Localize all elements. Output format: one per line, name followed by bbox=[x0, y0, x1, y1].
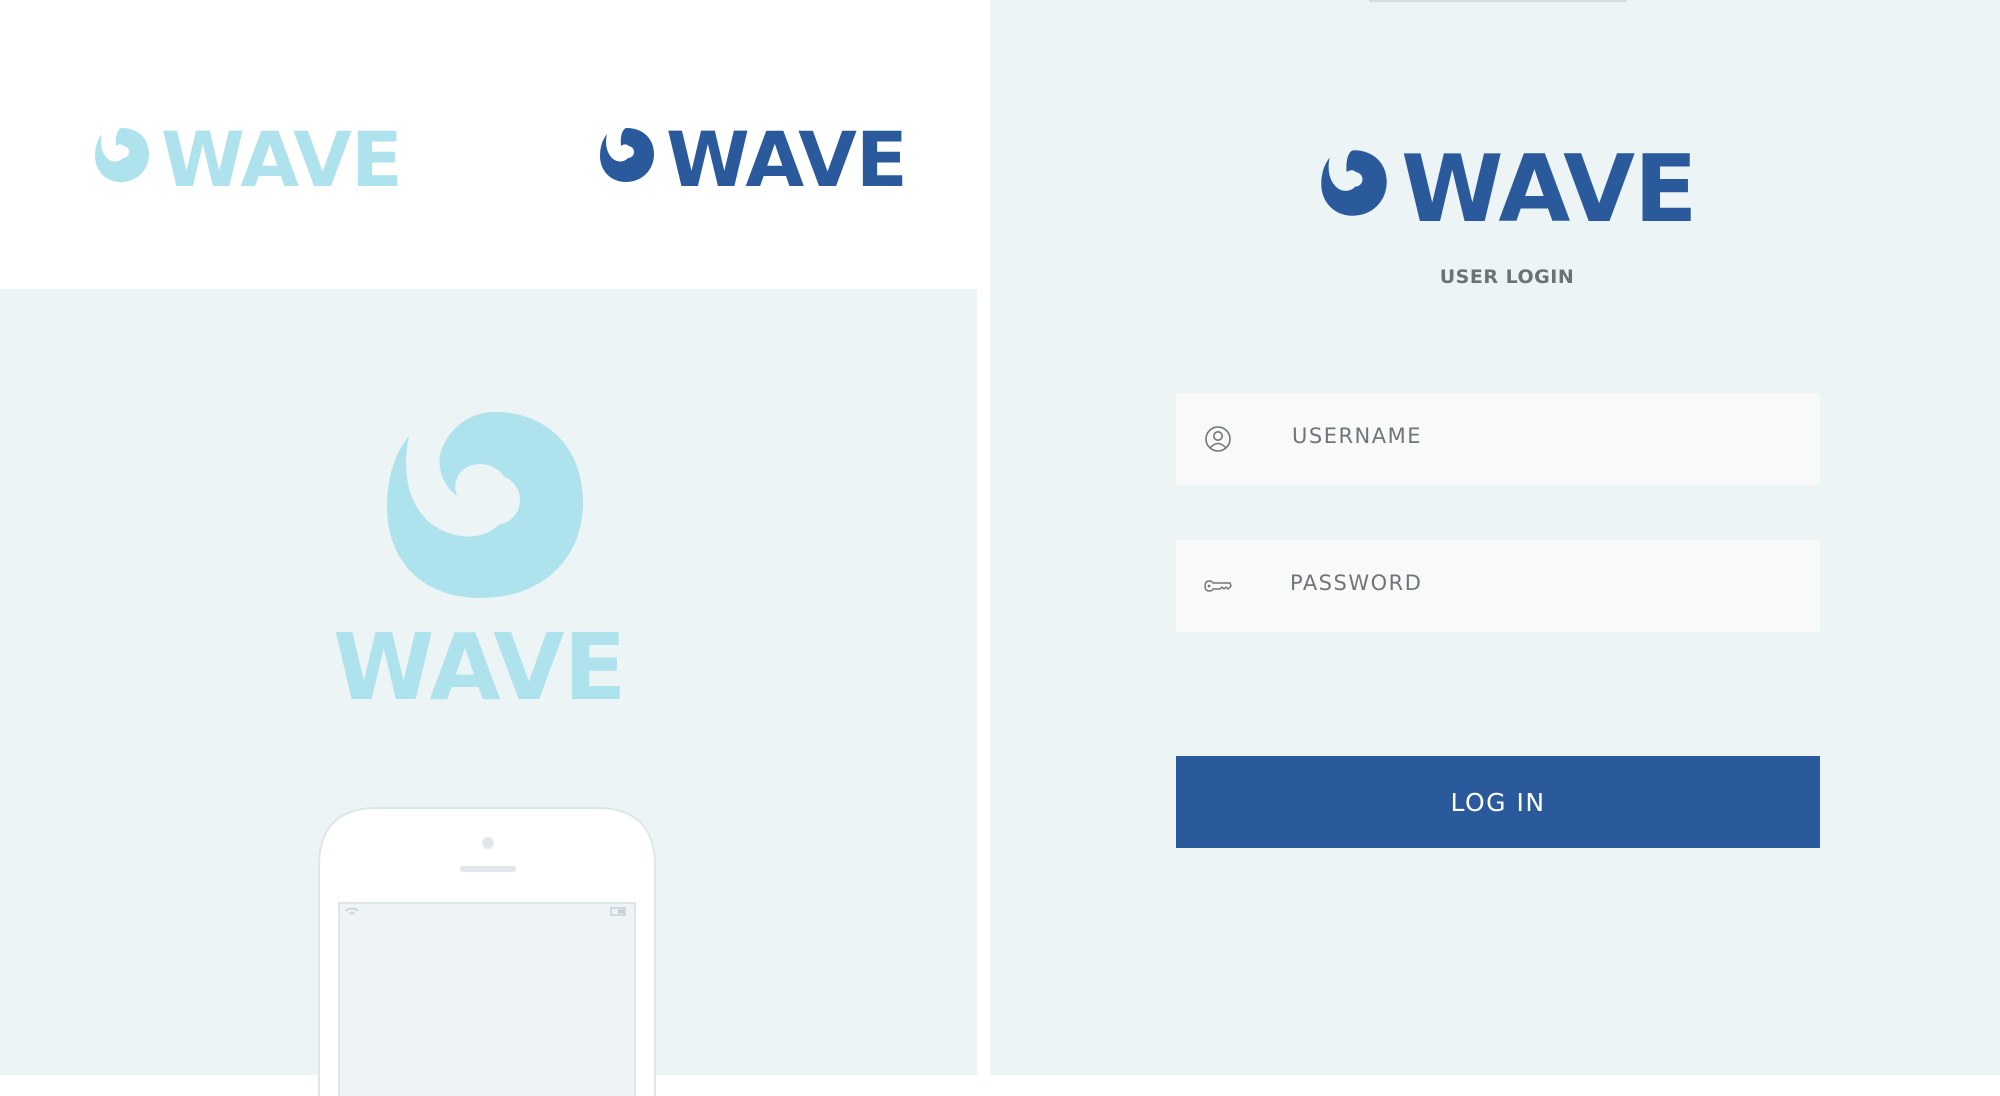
login-title: USER LOGIN bbox=[1439, 266, 1575, 288]
password-field[interactable]: PASSWORD bbox=[1176, 540, 1820, 632]
wave-wordmark: WAVE bbox=[666, 115, 908, 204]
wave-logo-dark: WAVE bbox=[592, 122, 908, 198]
username-placeholder: USERNAME bbox=[1292, 424, 1423, 448]
login-button[interactable]: LOG IN bbox=[1176, 756, 1820, 848]
top-divider bbox=[1369, 0, 1627, 2]
user-icon bbox=[1205, 426, 1231, 452]
phone-mockup bbox=[318, 807, 656, 1096]
wave-swirl-icon bbox=[1321, 150, 1387, 216]
login-logo: WAVE bbox=[1311, 143, 1698, 236]
wave-swirl-large-icon bbox=[387, 412, 583, 598]
key-icon bbox=[1204, 580, 1232, 592]
password-placeholder: PASSWORD bbox=[1290, 571, 1423, 595]
login-button-label: LOG IN bbox=[1450, 787, 1546, 817]
wave-logo-light: WAVE bbox=[87, 122, 403, 198]
wave-swirl-icon bbox=[95, 128, 149, 182]
wave-swirl-icon bbox=[600, 128, 654, 182]
wave-wordmark-large: WAVE bbox=[333, 614, 626, 721]
username-field[interactable]: USERNAME bbox=[1176, 393, 1820, 485]
wave-wordmark: WAVE bbox=[1401, 135, 1698, 243]
wave-wordmark: WAVE bbox=[161, 115, 403, 204]
